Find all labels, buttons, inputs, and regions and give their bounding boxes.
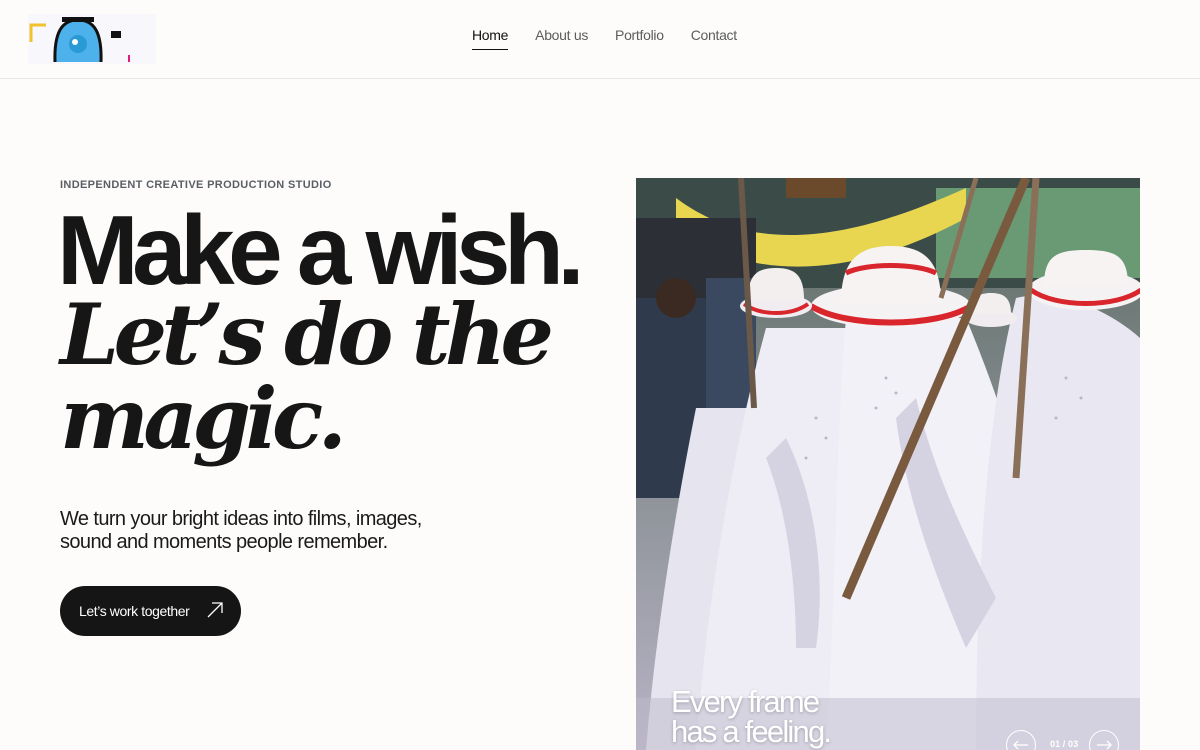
camera-logo-icon[interactable] — [28, 14, 156, 64]
hero-lede: We turn your bright ideas into films, im… — [60, 508, 480, 554]
nav-about-link[interactable]: About us — [535, 27, 588, 50]
prev-slide-button[interactable] — [1006, 730, 1036, 750]
main-nav: Home About us Portfolio Contact — [472, 27, 737, 50]
hero-eyebrow: INDEPENDENT CREATIVE PRODUCTION STUDIO — [60, 179, 332, 191]
headline-line-3: magic. — [60, 369, 347, 468]
headline-line-2: Let’s do the — [60, 285, 554, 384]
nav-home-link[interactable]: Home — [472, 27, 508, 50]
caption-line-1: Every frame — [671, 684, 820, 719]
lede-line-2: sound and moments people remember. — [60, 531, 388, 553]
slide-counter: 01 / 03 — [1050, 739, 1079, 749]
hero-photo-slider[interactable]: Every frame has a feeling. 01 / 03 — [636, 178, 1140, 750]
slider-controls: 01 / 03 — [1006, 730, 1124, 750]
next-slide-button[interactable] — [1089, 730, 1119, 750]
caption-line-2: has a feeling. — [671, 714, 832, 749]
nav-portfolio-link[interactable]: Portfolio — [615, 27, 664, 50]
cta-label: Let’s work together — [79, 603, 190, 619]
nav-contact-link[interactable]: Contact — [691, 27, 737, 50]
lede-line-1: We turn your bright ideas into films, im… — [60, 508, 422, 530]
arrow-up-right-icon — [207, 602, 223, 618]
site-header: Home About us Portfolio Contact — [0, 0, 1200, 79]
festival-photo — [636, 178, 1140, 750]
arrow-right-icon — [1097, 740, 1112, 750]
work-together-button[interactable]: Let’s work together — [60, 586, 241, 636]
arrow-left-icon — [1013, 740, 1028, 750]
slide-caption: Every frame has a feeling. — [671, 684, 832, 749]
